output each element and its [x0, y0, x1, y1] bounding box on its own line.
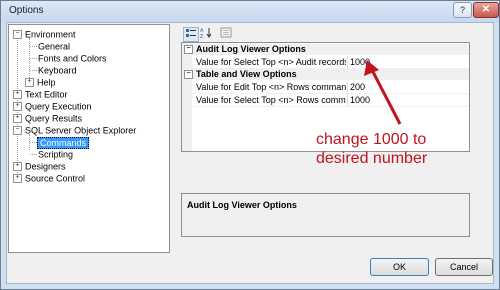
- annotation-line-2: desired number: [316, 150, 428, 167]
- category-audit-log-viewer-options[interactable]: − Audit Log Viewer Options: [182, 44, 469, 55]
- tree-item-text-editor[interactable]: + Text Editor: [13, 88, 68, 100]
- tree-item-query-execution[interactable]: + Query Execution: [13, 100, 92, 112]
- tree-item-query-results[interactable]: + Query Results: [13, 112, 82, 124]
- property-row[interactable]: Value for Select Top <n> Rows command 10…: [182, 94, 469, 107]
- tree-item-fonts-and-colors[interactable]: Fonts and Colors: [38, 52, 107, 64]
- property-name: Value for Select Top <n> Audit records c…: [196, 57, 346, 67]
- title-bar: Options ? ✕: [1, 1, 499, 22]
- tree-connector: [30, 154, 37, 155]
- category-label: Audit Log Viewer Options: [196, 44, 306, 54]
- annotation-line-1: change 1000 to: [316, 131, 427, 148]
- tree-item-designers[interactable]: + Designers: [13, 160, 66, 172]
- category-table-and-view-options[interactable]: − Table and View Options: [182, 69, 469, 80]
- property-row[interactable]: Value for Edit Top <n> Rows command 200: [182, 81, 469, 94]
- cancel-button[interactable]: Cancel: [435, 258, 493, 276]
- help-button[interactable]: ?: [453, 2, 472, 18]
- property-row[interactable]: Value for Select Top <n> Audit records c…: [182, 56, 469, 69]
- property-pages-icon[interactable]: [219, 27, 233, 40]
- collapse-icon[interactable]: −: [184, 45, 193, 55]
- tree-connector: [30, 70, 37, 71]
- options-tree[interactable]: − Environment General Fonts and Colors Ke…: [8, 24, 170, 253]
- tree-connector: [30, 142, 37, 143]
- collapse-icon[interactable]: −: [13, 30, 22, 40]
- tree-item-sql-server-object-explorer[interactable]: − SQL Server Object Explorer: [13, 124, 136, 136]
- column-separator[interactable]: [347, 81, 348, 93]
- property-name: Value for Edit Top <n> Rows command: [196, 82, 346, 92]
- collapse-icon[interactable]: −: [184, 70, 193, 80]
- tree-item-source-control[interactable]: + Source Control: [13, 172, 85, 184]
- expand-icon[interactable]: +: [25, 78, 34, 88]
- collapse-icon[interactable]: −: [13, 126, 22, 136]
- sort-az-icon[interactable]: AZ: [199, 27, 213, 40]
- tree-item-general[interactable]: General: [38, 40, 70, 52]
- description-panel: Audit Log Viewer Options: [181, 193, 470, 237]
- tree-item-environment[interactable]: − Environment: [13, 28, 76, 40]
- expand-icon[interactable]: +: [13, 102, 22, 112]
- property-grid-toolbar: AZ: [183, 27, 243, 42]
- expand-icon[interactable]: +: [13, 174, 22, 184]
- description-title: Audit Log Viewer Options: [187, 200, 297, 210]
- column-separator[interactable]: [347, 94, 348, 106]
- annotation-arrow-icon: [364, 60, 402, 125]
- column-separator[interactable]: [347, 56, 348, 68]
- tree-connector: [30, 46, 37, 47]
- property-name: Value for Select Top <n> Rows command: [196, 95, 346, 105]
- expand-icon[interactable]: +: [13, 162, 22, 172]
- tree-item-scripting[interactable]: Scripting: [38, 148, 73, 160]
- window-title: Options: [9, 5, 44, 16]
- categorized-icon[interactable]: [183, 27, 199, 42]
- svg-text:Z: Z: [200, 34, 204, 38]
- expand-icon[interactable]: +: [13, 114, 22, 124]
- close-button[interactable]: ✕: [473, 2, 499, 18]
- tree-connector: [30, 58, 37, 59]
- tree-item-keyboard[interactable]: Keyboard: [38, 64, 77, 76]
- category-label: Table and View Options: [196, 69, 297, 79]
- annotation-text: change 1000 to desired number: [316, 130, 427, 168]
- tree-item-commands[interactable]: Commands: [37, 136, 90, 149]
- expand-icon[interactable]: +: [13, 90, 22, 100]
- tree-item-help[interactable]: + Help: [25, 76, 56, 88]
- ok-button[interactable]: OK: [370, 258, 429, 276]
